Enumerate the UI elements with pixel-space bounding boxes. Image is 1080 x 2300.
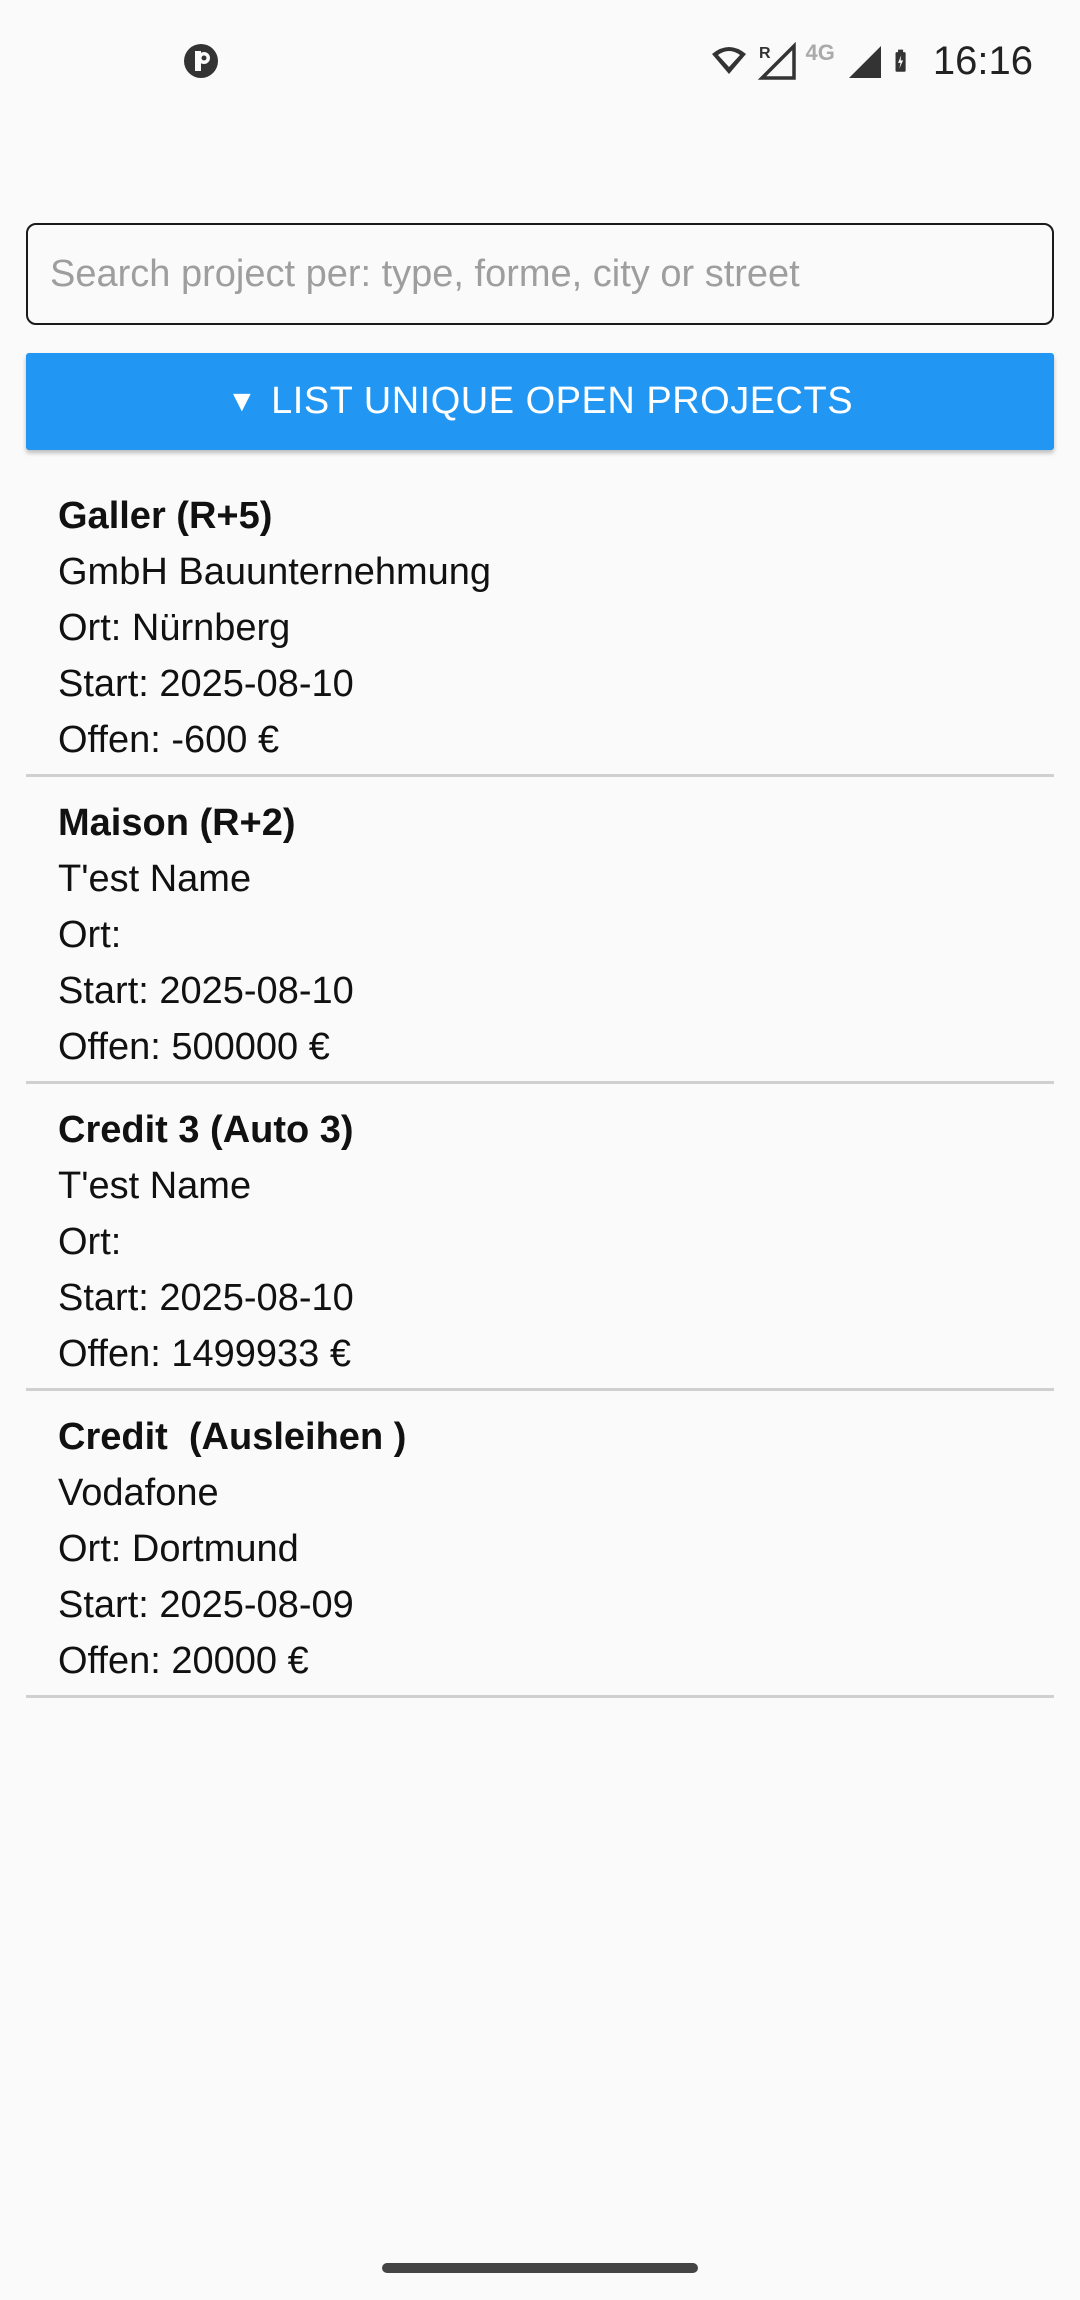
search-input[interactable] [26,223,1054,325]
project-list: Galler (R+5) GmbH Bauunternehmung Ort: N… [26,470,1054,1698]
project-ort: Ort: [58,914,132,956]
project-name: T'est Name [58,858,252,900]
project-start: Start: 2025-08-10 [58,970,354,1012]
list-unique-open-projects-button[interactable]: ▼ LIST UNIQUE OPEN PROJECTS [26,353,1054,450]
signal-roaming-icon: R [757,42,796,80]
project-ort: Ort: Nürnberg [58,607,291,649]
project-ort: Ort: [58,1221,132,1263]
project-title: Credit 3 (Auto 3) [58,1109,354,1151]
project-name: GmbH Bauunternehmung [58,551,492,593]
project-title: Maison (R+2) [58,802,296,844]
dropdown-arrow-icon: ▼ [226,384,258,418]
project-offen: Offen: 20000 € [58,1640,309,1682]
list-button-label: LIST UNIQUE OPEN PROJECTS [271,380,854,422]
signal-icon [848,46,881,78]
project-list-item[interactable]: Credit (Ausleihen ) Vodafone Ort: Dortmu… [26,1391,1054,1698]
project-name: Vodafone [58,1472,219,1514]
wifi-icon [711,47,746,74]
project-offen: Offen: -600 € [58,719,280,761]
project-ort: Ort: Dortmund [58,1528,299,1570]
project-offen: Offen: 1499933 € [58,1333,351,1375]
project-start: Start: 2025-08-10 [58,1277,354,1319]
project-list-item[interactable]: Credit 3 (Auto 3) T'est Name Ort: Start:… [26,1084,1054,1391]
svg-text:R: R [759,45,771,62]
gesture-navigation-handle[interactable] [382,2263,698,2273]
network-4g-icon: 4G [805,40,835,65]
status-bar: R 4G 16:16 [0,0,1080,120]
status-time: 16:16 [932,38,1033,83]
app-notification-icon [184,44,218,78]
status-icons: R 4G 16:16 [710,36,1033,86]
project-start: Start: 2025-08-10 [58,663,354,705]
project-title: Credit (Ausleihen ) [58,1416,407,1458]
project-list-item[interactable]: Maison (R+2) T'est Name Ort: Start: 2025… [26,777,1054,1084]
project-offen: Offen: 500000 € [58,1026,330,1068]
project-title: Galler (R+5) [58,495,273,537]
battery-charging-icon [895,49,906,72]
project-start: Start: 2025-08-09 [58,1584,354,1626]
project-name: T'est Name [58,1165,252,1207]
project-list-item[interactable]: Galler (R+5) GmbH Bauunternehmung Ort: N… [26,470,1054,777]
